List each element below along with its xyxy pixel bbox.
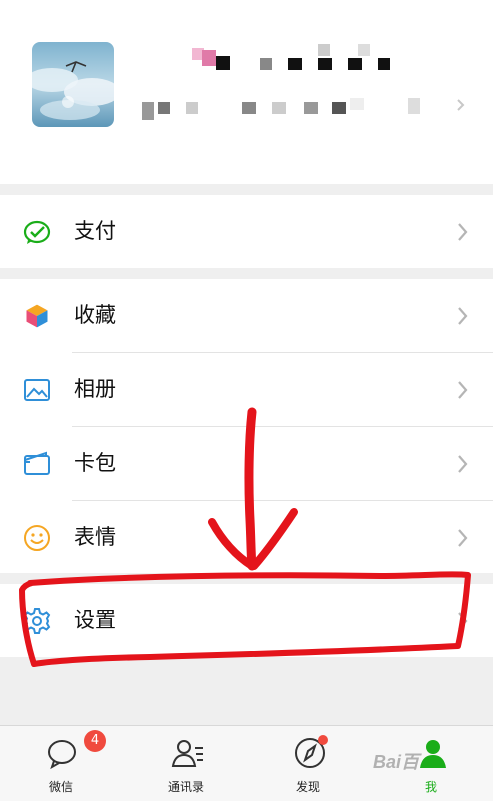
menu-item-album[interactable]: 相册 [0,353,493,426]
menu-item-label: 设置 [74,608,116,632]
menu-item-label: 卡包 [74,451,116,475]
wallet-icon [24,451,50,475]
tab-contacts[interactable]: 通讯录 [141,726,231,801]
tab-label: 发现 [295,780,320,794]
tab-label: 通讯录 [167,780,204,794]
tab-label: 我 [424,780,437,794]
pay-group: 支付 [0,195,493,268]
image-icon [24,379,50,401]
menu-item-settings[interactable]: 设置 [0,584,493,657]
chevron-right-icon [458,529,468,547]
menu-item-stickers[interactable]: 表情 [0,501,493,574]
contacts-icon [171,740,203,767]
chevron-right-icon [457,99,465,111]
menu-item-cards[interactable]: 卡包 [0,427,493,500]
tab-label: 微信 [48,780,73,794]
bottom-tab-bar: 4 微信 通讯录 发现 我 Bai百 [0,725,493,801]
unread-badge: 4 [84,730,106,752]
chevron-right-icon [458,612,468,630]
menu-item-label: 收藏 [74,303,116,327]
chat-bubble-icon [48,740,76,770]
chevron-right-icon [458,307,468,325]
profile-id-obscured [140,96,480,124]
chevron-right-icon [458,381,468,399]
features-group: 收藏 相册 卡包 表情 [0,279,493,573]
chevron-right-icon [458,223,468,241]
watermark: Bai百 [373,752,420,772]
profile-name-obscured [180,40,400,75]
menu-item-pay[interactable]: 支付 [0,195,493,268]
person-icon [420,740,446,768]
menu-item-label: 表情 [74,525,116,549]
tab-chats[interactable]: 4 微信 [16,726,106,801]
discover-notification-dot [318,735,328,745]
cube-icon [25,303,49,329]
chevron-right-icon [458,455,468,473]
smiley-icon [24,525,50,551]
menu-item-favorites[interactable]: 收藏 [0,279,493,352]
menu-item-label: 支付 [74,219,116,243]
menu-item-label: 相册 [74,377,116,401]
settings-group: 设置 [0,584,493,657]
profile-header[interactable] [0,0,493,184]
wechat-pay-icon [23,220,51,244]
avatar[interactable] [32,42,114,127]
tab-discover[interactable]: 发现 [263,726,353,801]
gear-icon [23,608,51,634]
